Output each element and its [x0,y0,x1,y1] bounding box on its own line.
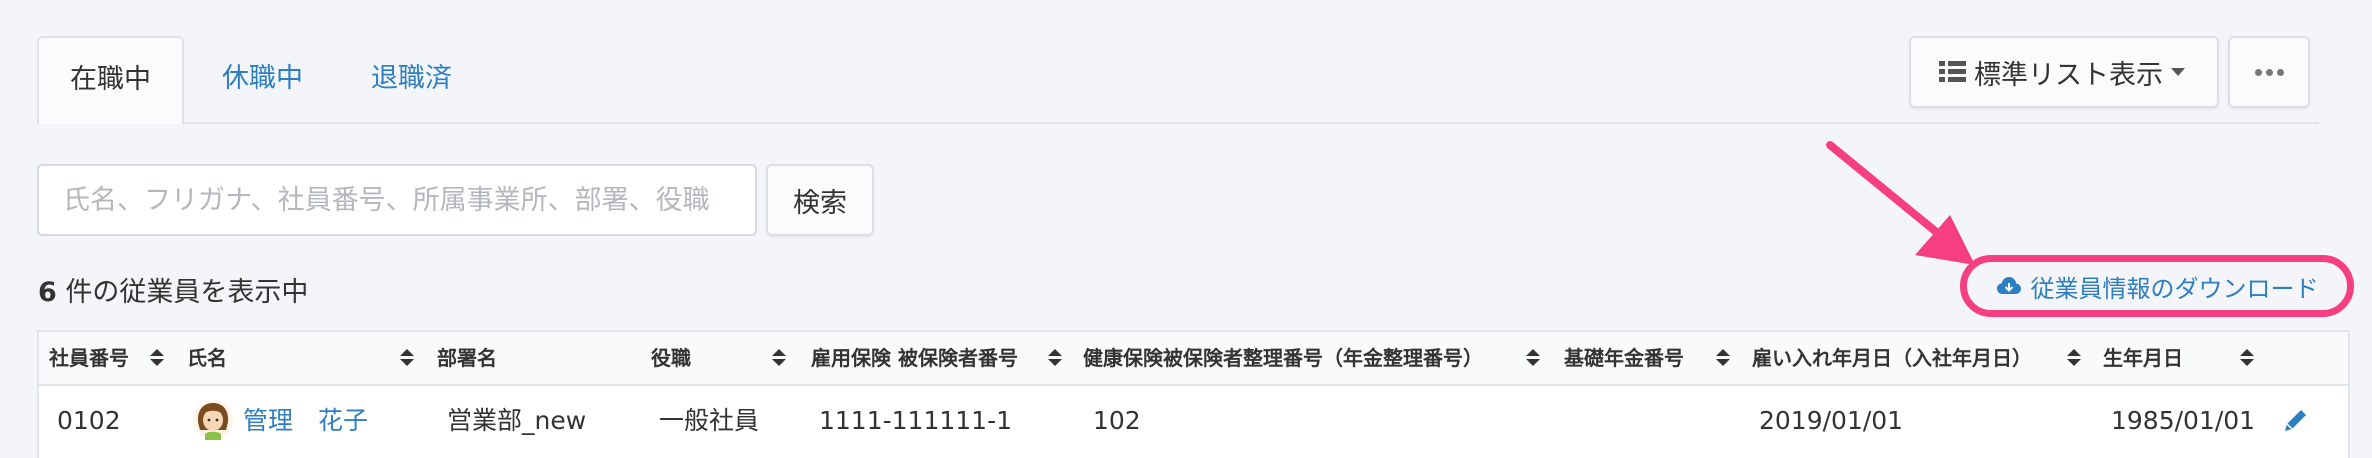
cell-name-link[interactable]: 管理 花子 [243,385,368,457]
sort-icon[interactable] [1526,349,1540,367]
sort-icon[interactable] [1716,349,1730,367]
header-hire-date: 雇い入れ年月日（入社年月日） [1752,346,2032,370]
sort-icon[interactable] [2240,349,2254,367]
download-employee-info-link[interactable]: 従業員情報のダウンロード [1960,256,2355,316]
header-health-insurance-no: 健康保険被保険者整理番号（年金整理番号） [1083,346,1483,370]
download-label: 従業員情報のダウンロード [2030,274,2319,303]
cell-hire-date: 2019/01/01 [1759,406,1904,435]
more-options-button[interactable] [2228,36,2310,108]
cell-health-insurance-no: 102 [1093,406,1141,435]
avatar [193,400,233,440]
cell-position: 一般社員 [659,406,760,435]
search-button[interactable]: 検索 [766,164,874,236]
header-department: 部署名 [437,346,497,370]
sort-icon[interactable] [1048,349,1062,367]
table-header: 社員番号 氏名 部署名 役職 雇用保険 被保険者番号 健康保険被保険者整理番号（… [39,332,2348,386]
tab-active-employees[interactable]: 在職中 [37,36,184,124]
edit-pencil-icon[interactable] [2283,407,2309,433]
header-employee-no: 社員番号 [49,346,129,370]
cell-department: 営業部_new [447,406,587,435]
cell-employment-insurance-no: 1111-111111-1 [819,406,1013,435]
annotation-arrow [1826,141,1975,265]
employee-count: 6 件の従業員を表示中 [38,270,308,309]
header-employment-insurance-no: 雇用保険 被保険者番号 [811,346,1018,370]
sort-icon[interactable] [150,349,164,367]
sort-icon[interactable] [772,349,786,367]
tab-on-leave[interactable]: 休職中 [188,36,337,122]
search-input[interactable] [37,164,757,236]
caret-down-icon [2171,68,2185,76]
header-name: 氏名 [187,346,227,370]
employee-table: 社員番号 氏名 部署名 役職 雇用保険 被保険者番号 健康保険被保険者整理番号（… [37,330,2350,458]
list-view-dropdown[interactable]: 標準リスト表示 [1909,36,2219,108]
list-icon [1939,61,1966,83]
sort-icon[interactable] [2067,349,2081,367]
header-position: 役職 [651,346,691,370]
tab-retired[interactable]: 退職済 [337,36,486,122]
more-icon [2254,68,2284,76]
employee-count-suffix: 件の従業員を表示中 [56,277,309,308]
header-basic-pension-no: 基礎年金番号 [1564,346,1684,370]
header-birth-date: 生年月日 [2103,346,2183,370]
sort-icon[interactable] [400,349,414,367]
cell-birth-date: 1985/01/01 [2111,406,2256,435]
cell-employee-no: 0102 [57,406,121,435]
list-view-label: 標準リスト表示 [1974,59,2163,91]
cloud-download-icon [1996,277,2021,294]
employee-count-number: 6 [38,277,57,308]
